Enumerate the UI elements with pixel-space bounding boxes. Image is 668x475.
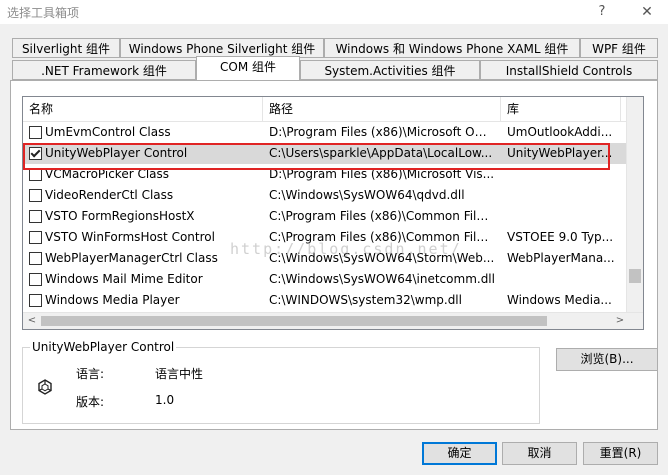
row-name: Windows Mail Mime Editor [45,272,203,286]
window-title: 选择工具箱项 [7,6,80,20]
scroll-right-icon[interactable]: > [613,314,627,328]
help-button[interactable]: ? [592,2,612,22]
horizontal-scrollbar[interactable]: < > [23,312,643,329]
ok-button[interactable]: 确定 [422,442,497,465]
vertical-scrollbar[interactable] [626,97,643,312]
tab-installshield[interactable]: InstallShield Controls [480,60,658,80]
row-checkbox[interactable] [29,126,42,139]
row-library: UmOutlookAddi... [507,125,613,139]
row-library [507,269,615,290]
row-name: VSTO FormRegionsHostX [45,209,195,223]
row-library: Windows Media... [507,293,612,307]
unity-logo-icon [38,379,52,395]
row-path: C:\Program Files (x86)\Common Files... [269,209,495,223]
row-path: C:\WINDOWS\system32\wmp.dll [269,293,462,307]
row-name: UmEvmControl Class [45,125,171,139]
reset-button[interactable]: 重置(R) [583,442,658,465]
row-checkbox[interactable] [29,252,42,265]
row-path: D:\Program Files (x86)\Microsoft Offi... [269,125,495,139]
row-library: VSTOEE 9.0 Typ... [507,230,614,244]
table-row[interactable]: UmEvmControl Class D:\Program Files (x86)… [23,122,635,143]
version-value: 1.0 [155,393,175,407]
tab-net-framework[interactable]: .NET Framework 组件 [12,60,196,80]
column-header-library[interactable]: 库 [501,97,621,121]
tab-windows-xaml[interactable]: Windows 和 Windows Phone XAML 组件 [324,38,580,58]
browse-button[interactable]: 浏览(B)... [556,348,658,371]
version-label: 版本: [76,395,105,409]
table-row[interactable]: VSTO FormRegionsHostX C:\Program Files (x… [23,206,635,227]
horizontal-scroll-thumb[interactable] [41,316,547,326]
tab-com[interactable]: COM 组件 [196,56,300,80]
close-button[interactable]: ✕ [637,2,657,22]
row-checkbox[interactable] [29,231,42,244]
title-bar: 选择工具箱项 ? ✕ [0,0,668,24]
details-title: UnityWebPlayer Control [30,340,177,354]
tab-silverlight[interactable]: Silverlight 组件 [12,38,120,58]
row-library [507,206,615,227]
row-checkbox[interactable] [29,189,42,202]
tab-windows-phone-silverlight[interactable]: Windows Phone Silverlight 组件 [120,38,324,58]
row-checkbox[interactable] [29,210,42,223]
row-checkbox[interactable] [29,273,42,286]
row-name: VSTO WinFormsHost Control [45,230,215,244]
row-library: WebPlayerMana... [507,251,615,265]
selection-highlight-box [23,143,610,170]
row-path: C:\Windows\SysWOW64\qdvd.dll [269,188,465,202]
row-name: WebPlayerManagerCtrl Class [45,251,218,265]
column-header-name[interactable]: 名称 [23,97,263,121]
column-header-path[interactable]: 路径 [263,97,501,121]
vertical-scroll-thumb[interactable] [629,269,641,283]
watermark: http://blog.csdn.net/ [230,240,462,258]
scroll-left-icon[interactable]: < [25,314,39,328]
row-library [507,185,615,206]
row-checkbox[interactable] [29,294,42,307]
row-path: C:\Windows\SysWOW64\inetcomm.dll [269,272,495,286]
tab-system-activities[interactable]: System.Activities 组件 [300,60,480,80]
language-label: 语言: [76,367,105,381]
list-header: 名称 路径 库 上 [23,97,643,122]
row-name: Windows Media Player [45,293,180,307]
language-value: 语言中性 [155,367,204,381]
component-list[interactable]: 名称 路径 库 上 UmEvmControl Class D:\Program F… [22,96,644,330]
table-row[interactable]: Windows Mail Mime Editor C:\Windows\SysWO… [23,269,635,290]
tab-wpf[interactable]: WPF 组件 [580,38,658,58]
details-group [22,347,540,424]
row-name: VideoRenderCtl Class [45,188,174,202]
table-row[interactable]: VideoRenderCtl Class C:\Windows\SysWOW64\… [23,185,635,206]
table-row[interactable]: Windows Media Player C:\WINDOWS\system32\… [23,290,635,311]
cancel-button[interactable]: 取消 [502,442,577,465]
